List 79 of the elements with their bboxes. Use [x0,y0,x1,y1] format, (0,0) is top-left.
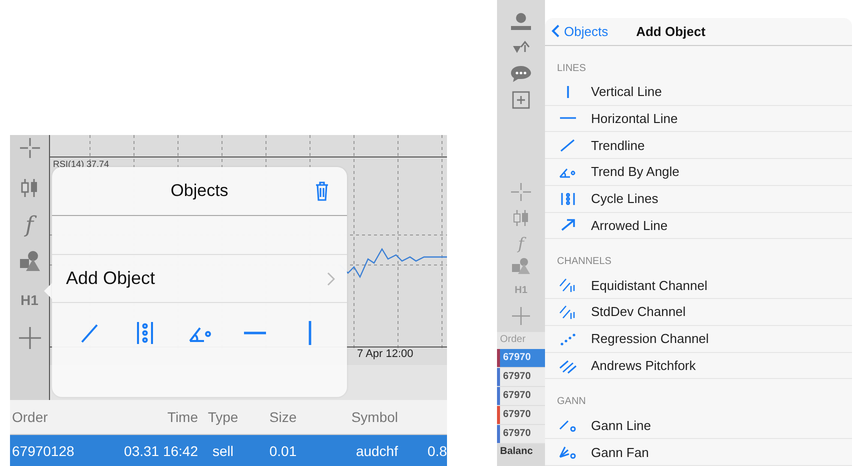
crosshair-icon[interactable] [18,137,40,159]
object-list-item[interactable]: Trend By Angle [545,159,852,186]
column-header: Symbol [350,409,398,425]
pitchfork-tool-icon [559,358,577,374]
order-row[interactable]: 67970 [497,406,545,425]
object-list-item[interactable]: Trendline [545,132,852,160]
arrow-tool-icon [559,217,577,234]
item-label: StdDev Channel [591,304,686,320]
horizontal-tool-icon [560,117,576,120]
object-list-item[interactable]: Andrews Pitchfork [545,352,852,380]
candlestick-icon[interactable] [511,208,531,228]
add-window-icon[interactable] [511,90,531,110]
column-header: Type [206,409,240,425]
table-cell-text: 67970 [503,408,531,422]
balance-label: Balanc [499,445,534,457]
column-header: Size [268,409,298,425]
item-label: Vertical Line [591,84,662,100]
item-label: Gann Line [591,418,651,433]
crosshair-icon[interactable] [510,182,532,202]
object-list-item[interactable]: Arrowed Line [545,212,852,240]
equidistant-tool-icon [559,277,577,294]
back-button[interactable]: Objects [551,24,608,39]
item-label: Horizontal Line [591,110,678,126]
popover-title: Objects [170,181,228,201]
table-cell-text: 0.01 [268,442,298,458]
item-label: Gann Fan [591,444,649,460]
chat-icon[interactable] [509,64,533,84]
delete-icon[interactable] [315,181,329,201]
time-axis-label: 7 Apr 12:00 [357,348,414,360]
item-label: Equidistant Channel [591,278,708,293]
object-list-item[interactable]: Equidistant Channel [545,272,852,300]
table-cell-text: 03.31 16:42 [123,442,198,458]
table-cell-text: sell [211,442,234,458]
popover-title: Add Object [636,24,706,39]
shapes-icon[interactable] [510,257,532,275]
table-cell-text: 67970 [503,351,531,365]
item-label: Cycle Lines [591,191,658,206]
table-cell-text: 67970 [503,370,531,384]
section-header: LINES [556,62,587,76]
object-list-item[interactable]: Gann Line [545,412,852,440]
table-cell-text: 67970 [503,389,531,403]
item-label: Arrowed Line [591,218,668,233]
table-cell-text: 67970128 [11,442,76,458]
object-list-item[interactable]: Vertical Line [545,78,852,106]
back-chevron-icon [551,24,560,38]
chevron-icon [327,272,335,286]
item-label: Regression Channel [591,331,709,346]
object-list-item[interactable]: StdDev Channel [545,299,852,326]
indicator-label: RSI(14) 37.74 [53,159,110,169]
item-label: Andrews Pitchfork [591,358,696,373]
table-cell-text: audchf [354,442,398,458]
gann-fan-tool-icon [559,444,577,460]
table-cell-text: 0.8 [426,442,447,458]
item-label: Trend By Angle [591,164,680,180]
section-header: GANN [556,395,587,410]
order-row[interactable]: 67970 [497,368,545,387]
object-list-item[interactable]: Horizontal Line [545,106,852,132]
column-header: Order [497,332,545,349]
trendline-tool-icon [559,137,577,154]
regression-tool-icon [559,330,577,347]
person-icon[interactable] [510,12,532,32]
stddev-tool-icon [559,304,577,320]
item-label: Trendline [591,138,645,153]
object-list-item[interactable]: Regression Channel [545,326,852,353]
add-object-label: Add Object [66,268,156,289]
cycle-tool-icon [559,190,577,207]
column-header: Time [166,409,198,425]
order-row[interactable]: 67970128 03.31 16:42 sell 0.01 audchf 0.8 [10,435,447,466]
plus-icon[interactable] [511,306,531,326]
order-row[interactable]: 67970 [497,387,545,406]
column-header: Order [11,409,49,425]
add-object-row[interactable]: Add Object [52,255,347,303]
object-list-item[interactable]: Cycle Lines [545,186,852,213]
order-row[interactable]: 67970 [497,425,545,444]
plus-icon[interactable] [18,326,42,350]
object-list-item[interactable]: Gann Fan [545,439,852,466]
shapes-icon[interactable] [18,250,42,272]
table-cell-text: 67970 [503,427,531,441]
section-header: CHANNELS [556,255,612,270]
